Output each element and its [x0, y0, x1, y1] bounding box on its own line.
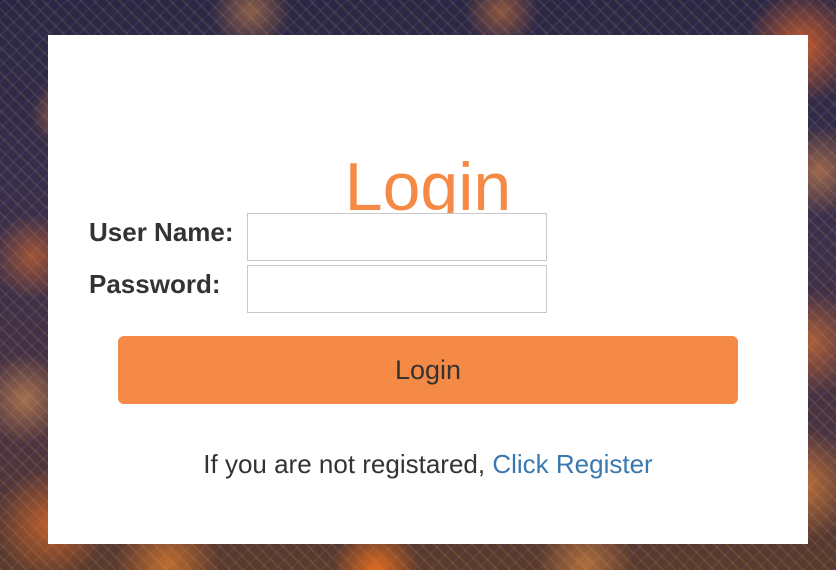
password-input[interactable]	[247, 265, 547, 313]
register-prompt-text: If you are not registared,	[203, 449, 486, 479]
register-prompt-line: If you are not registared, Click Registe…	[48, 447, 808, 481]
password-label: Password:	[89, 269, 221, 299]
login-button[interactable]: Login	[118, 336, 738, 404]
username-label: User Name:	[89, 217, 234, 247]
login-card: Login User Name: Password: Login If you …	[48, 35, 808, 544]
register-link[interactable]: Click Register	[492, 449, 652, 479]
username-input[interactable]	[247, 213, 547, 261]
